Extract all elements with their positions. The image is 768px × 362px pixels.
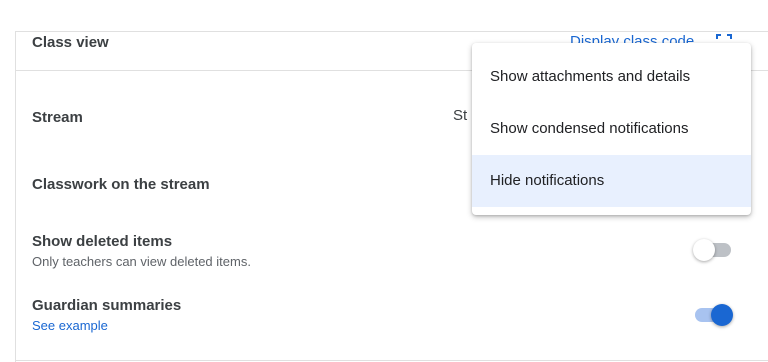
show-deleted-description: Only teachers can view deleted items. <box>32 254 251 269</box>
guardian-summaries-label: Guardian summaries <box>32 297 182 314</box>
menu-item-show-condensed[interactable]: Show condensed notifications <box>472 103 751 155</box>
classwork-stream-label: Classwork on the stream <box>32 176 210 193</box>
toggle-thumb <box>711 304 733 326</box>
menu-item-hide-notifications[interactable]: Hide notifications <box>472 155 751 207</box>
see-example-link[interactable]: See example <box>32 318 108 333</box>
stream-label: Stream <box>32 109 83 126</box>
menu-item-show-attachments[interactable]: Show attachments and details <box>472 51 751 103</box>
show-deleted-toggle[interactable] <box>693 237 735 261</box>
divider <box>15 360 768 361</box>
toggle-thumb <box>693 239 715 261</box>
show-deleted-label: Show deleted items <box>32 233 173 250</box>
stream-value[interactable]: St <box>453 107 467 124</box>
guardian-summaries-toggle[interactable] <box>693 302 735 326</box>
class-view-label: Class view <box>32 34 109 51</box>
notifications-menu: Show attachments and details Show conden… <box>472 43 751 215</box>
